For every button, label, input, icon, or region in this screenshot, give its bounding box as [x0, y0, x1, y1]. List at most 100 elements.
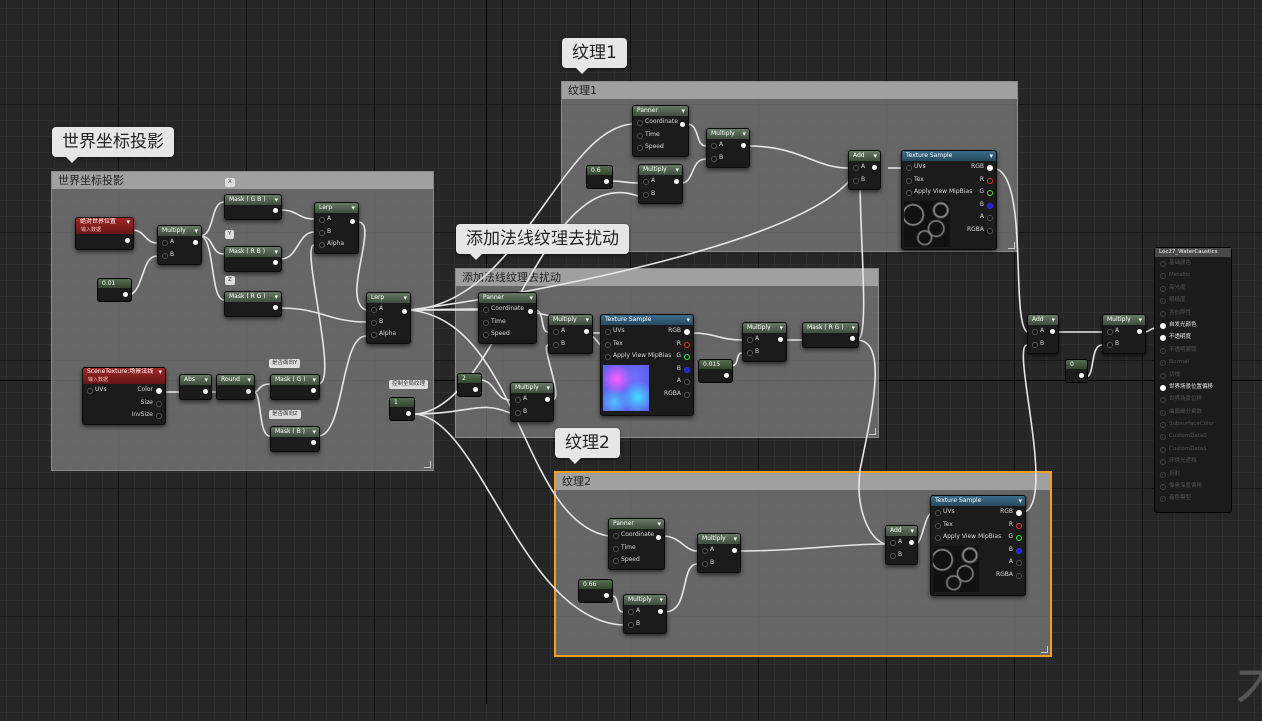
pin-icon[interactable] — [1160, 372, 1166, 379]
output-pin[interactable] — [311, 440, 316, 445]
texture-sample-caustic-1-node[interactable]: Texture Sample UVs Tex Apply View MipBia… — [901, 150, 997, 250]
constant-value[interactable]: 2 — [458, 374, 481, 383]
pin-b[interactable]: B — [707, 152, 749, 165]
pin-icon[interactable] — [1160, 409, 1166, 416]
constant-value[interactable]: 0 — [1066, 360, 1087, 369]
output-pin[interactable] — [656, 535, 661, 540]
output-pin[interactable] — [1137, 329, 1142, 334]
multiply-node[interactable]: Multiply A B — [706, 128, 750, 168]
pin-rgb[interactable]: RGB — [653, 325, 693, 338]
pin-r[interactable]: R — [956, 174, 996, 187]
output-pin[interactable] — [674, 179, 679, 184]
pin-b[interactable]: B — [886, 549, 917, 562]
node-header[interactable]: 绝对世界位置 输入数据 — [76, 218, 133, 234]
output-pin[interactable] — [1079, 373, 1084, 378]
pin-b[interactable]: B — [849, 174, 880, 187]
material-input-pin[interactable]: 着色模型 — [1155, 492, 1231, 504]
material-input-pin[interactable]: 折射 — [1155, 468, 1231, 480]
output-pin[interactable] — [193, 240, 198, 245]
node-header[interactable]: Multiply — [624, 595, 666, 605]
output-pin[interactable] — [246, 389, 251, 394]
pin-icon[interactable] — [1160, 322, 1166, 329]
pin-b[interactable]: B — [1103, 338, 1145, 351]
mask-rg-node[interactable]: Mask ( R G ) — [224, 291, 282, 317]
multiply-node[interactable]: Multiply A B — [1102, 314, 1146, 354]
node-header[interactable]: Abs — [180, 375, 211, 385]
material-input-pin[interactable]: 环境光遮挡 — [1155, 455, 1231, 467]
output-pin[interactable] — [732, 548, 737, 553]
output-pin[interactable] — [909, 540, 914, 545]
constant-node[interactable]: 2 — [457, 373, 482, 397]
pin-icon[interactable] — [1160, 459, 1166, 466]
material-input-pin[interactable]: Normal — [1155, 356, 1231, 368]
pin-icon[interactable] — [1160, 347, 1166, 354]
add-node[interactable]: Add A B — [885, 525, 918, 565]
pin-icon[interactable] — [1160, 446, 1166, 453]
pin-rgba[interactable]: RGBA — [956, 224, 996, 237]
pin-b[interactable]: B — [624, 618, 666, 631]
constant-value[interactable]: 0.015 — [699, 360, 732, 369]
add-node[interactable]: Add A B — [848, 150, 881, 190]
constant-value[interactable]: 0.01 — [98, 279, 131, 288]
output-pin[interactable] — [850, 336, 855, 341]
pin-time[interactable]: Time — [633, 129, 688, 142]
pin-icon[interactable] — [1160, 335, 1166, 342]
material-input-pin[interactable]: 粗糙度 — [1155, 294, 1231, 306]
node-header[interactable]: Texture Sample — [931, 496, 1025, 506]
pin-icon[interactable] — [1160, 310, 1166, 317]
material-input-pin[interactable]: 自发光颜色 — [1155, 319, 1231, 331]
abs-node[interactable]: Abs — [179, 374, 212, 400]
node-header[interactable]: Mask ( B ) — [271, 427, 319, 437]
pin-a[interactable]: A — [985, 556, 1025, 569]
output-pin[interactable] — [604, 593, 609, 598]
multiply-node[interactable]: Multiply A B — [548, 314, 593, 354]
node-header[interactable]: Multiply — [158, 226, 201, 236]
node-header[interactable]: Multiply — [707, 129, 749, 139]
material-input-pin[interactable]: Metallic — [1155, 269, 1231, 281]
node-header[interactable]: Multiply — [743, 323, 786, 333]
constant-value[interactable]: 0.6 — [587, 166, 612, 175]
pin-icon[interactable] — [1160, 434, 1166, 441]
pin-icon[interactable] — [1160, 360, 1166, 367]
material-input-pin[interactable]: CustomData1 — [1155, 443, 1231, 455]
node-header[interactable]: Mask ( R G ) — [803, 323, 858, 333]
pin-speed[interactable]: Speed — [633, 141, 688, 154]
output-pin[interactable] — [741, 143, 746, 148]
constant-value[interactable]: 0.66 — [579, 580, 612, 589]
pin-rgb[interactable]: RGB — [985, 506, 1025, 519]
pin-rgba[interactable]: RGBA — [653, 388, 693, 401]
constant-node[interactable]: 1 — [389, 397, 415, 421]
node-header[interactable]: Multiply — [639, 165, 682, 175]
material-input-pin[interactable]: 各向异性 — [1155, 307, 1231, 319]
node-header[interactable]: Texture Sample — [902, 151, 996, 161]
pin-r[interactable]: R — [653, 338, 693, 351]
output-pin[interactable] — [125, 238, 130, 243]
texture-sample-normal-node[interactable]: Texture Sample UVs Tex Apply View MipBia… — [600, 314, 694, 416]
output-pin[interactable] — [545, 397, 550, 402]
material-result-node[interactable]: Loc27_WaterCaustics 基础颜色 Metallic 高光度 粗糙度 各向… — [1154, 247, 1232, 513]
node-header[interactable]: Multiply — [549, 315, 592, 325]
pin-icon[interactable] — [1160, 397, 1166, 404]
pin-icon[interactable] — [1160, 384, 1166, 391]
lerp-node-2[interactable]: Lerp A B Alpha — [366, 292, 411, 344]
pin-b[interactable]: B — [956, 199, 996, 212]
lerp-node-1[interactable]: Lerp A B Alpha — [314, 202, 359, 254]
pin-alpha[interactable]: Alpha — [367, 328, 410, 341]
node-header[interactable]: Mask ( G ) — [271, 375, 319, 385]
material-input-pin[interactable]: SubsurfaceColor — [1155, 418, 1231, 430]
constant-value[interactable]: 1 — [390, 398, 414, 407]
multiply-node[interactable]: Multiply A B — [510, 382, 554, 422]
mask-rg-node[interactable]: Mask ( R G ) — [802, 322, 859, 348]
node-header[interactable]: Multiply — [698, 534, 740, 544]
output-pin[interactable] — [402, 309, 407, 314]
mask-g-node[interactable]: Mask ( G ) — [270, 374, 320, 400]
pin-time[interactable]: Time — [479, 316, 536, 329]
pin-icon[interactable] — [1160, 496, 1166, 503]
pin-icon[interactable] — [1160, 273, 1166, 280]
output-pin[interactable] — [872, 165, 877, 170]
output-pin[interactable] — [203, 389, 208, 394]
material-input-pin[interactable]: 世界场景位置偏移 — [1155, 381, 1231, 393]
constant-node[interactable]: 0.01 — [97, 278, 132, 302]
material-input-pin[interactable]: 基础颜色 — [1155, 257, 1231, 269]
material-input-pin[interactable]: 像素深度偏移 — [1155, 480, 1231, 492]
